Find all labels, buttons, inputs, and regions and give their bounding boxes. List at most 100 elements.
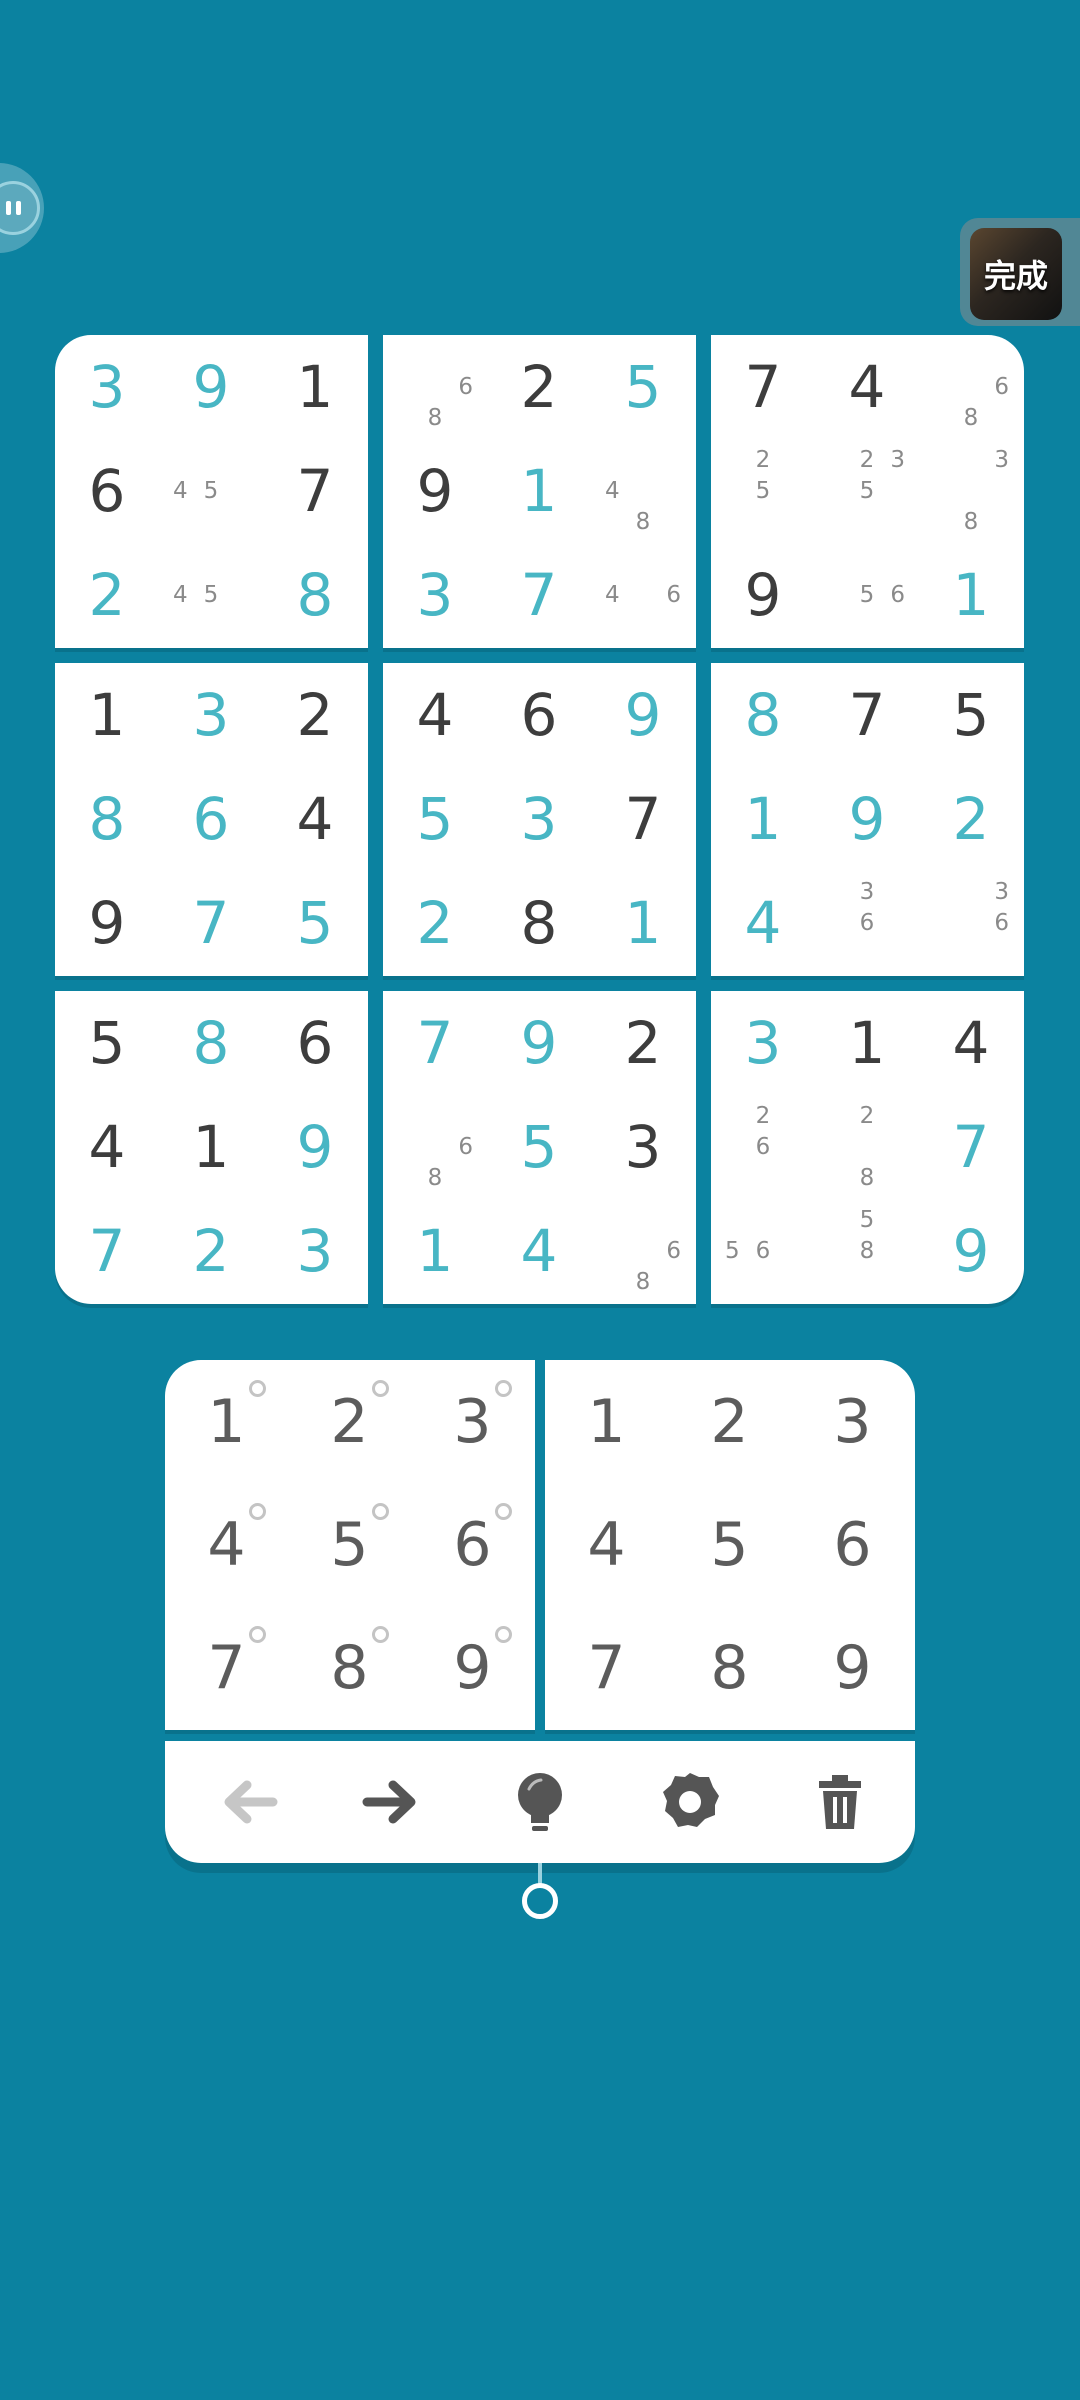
sudoku-cell[interactable]: 68 — [383, 1095, 487, 1199]
sudoku-cell[interactable]: 2 — [55, 543, 159, 647]
sudoku-cell[interactable]: 4 — [263, 767, 367, 871]
sudoku-cell[interactable]: 4 — [919, 991, 1023, 1095]
sudoku-cell[interactable]: 26 — [711, 1095, 815, 1199]
sudoku-cell[interactable]: 1 — [159, 1095, 263, 1199]
note-key-7[interactable]: 7 — [165, 1606, 288, 1729]
number-key-1[interactable]: 1 — [545, 1360, 668, 1483]
sudoku-cell[interactable]: 8 — [263, 543, 367, 647]
sudoku-cell[interactable]: 8 — [487, 871, 591, 975]
sudoku-cell[interactable]: 7 — [815, 663, 919, 767]
sudoku-cell[interactable]: 3 — [487, 767, 591, 871]
sudoku-cell[interactable]: 36 — [815, 871, 919, 975]
note-key-2[interactable]: 2 — [288, 1360, 411, 1483]
sudoku-cell[interactable]: 1 — [55, 663, 159, 767]
number-key-6[interactable]: 6 — [791, 1483, 914, 1606]
sudoku-cell[interactable]: 3 — [383, 543, 487, 647]
sudoku-cell[interactable]: 5 — [263, 871, 367, 975]
sudoku-cell[interactable]: 2 — [383, 871, 487, 975]
sudoku-cell[interactable]: 5 — [487, 1095, 591, 1199]
sudoku-cell[interactable]: 6 — [55, 439, 159, 543]
sudoku-cell[interactable]: 7 — [263, 439, 367, 543]
note-key-1[interactable]: 1 — [165, 1360, 288, 1483]
sudoku-cell[interactable]: 9 — [919, 1199, 1023, 1303]
sudoku-cell[interactable]: 4 — [383, 663, 487, 767]
sudoku-cell[interactable]: 4 — [711, 871, 815, 975]
sudoku-cell[interactable]: 68 — [919, 335, 1023, 439]
sudoku-cell[interactable]: 56 — [815, 543, 919, 647]
sudoku-cell[interactable]: 7 — [55, 1199, 159, 1303]
sudoku-cell[interactable]: 1 — [919, 543, 1023, 647]
sudoku-cell[interactable]: 7 — [919, 1095, 1023, 1199]
sudoku-cell[interactable]: 9 — [159, 335, 263, 439]
number-key-2[interactable]: 2 — [668, 1360, 791, 1483]
sudoku-cell[interactable]: 7 — [383, 991, 487, 1095]
sudoku-cell[interactable]: 5 — [383, 767, 487, 871]
sudoku-cell[interactable]: 4 — [815, 335, 919, 439]
sudoku-cell[interactable]: 235 — [815, 439, 919, 543]
settings-button[interactable] — [640, 1752, 740, 1852]
sudoku-cell[interactable]: 2 — [919, 767, 1023, 871]
sudoku-cell[interactable]: 5 — [919, 663, 1023, 767]
sudoku-cell[interactable]: 7 — [487, 543, 591, 647]
sudoku-cell[interactable]: 8 — [159, 991, 263, 1095]
sudoku-cell[interactable]: 9 — [815, 767, 919, 871]
sudoku-cell[interactable]: 1 — [263, 335, 367, 439]
sudoku-cell[interactable]: 8 — [711, 663, 815, 767]
sudoku-cell[interactable]: 1 — [591, 871, 695, 975]
sudoku-cell[interactable]: 9 — [591, 663, 695, 767]
note-key-3[interactable]: 3 — [411, 1360, 534, 1483]
sudoku-cell[interactable]: 5 — [55, 991, 159, 1095]
sudoku-cell[interactable]: 46 — [591, 543, 695, 647]
sudoku-cell[interactable]: 68 — [383, 335, 487, 439]
sudoku-cell[interactable]: 3 — [591, 1095, 695, 1199]
sudoku-cell[interactable]: 58 — [815, 1199, 919, 1303]
number-key-5[interactable]: 5 — [668, 1483, 791, 1606]
sudoku-cell[interactable]: 2 — [487, 335, 591, 439]
redo-button[interactable] — [340, 1752, 440, 1852]
sudoku-cell[interactable]: 6 — [263, 991, 367, 1095]
number-key-8[interactable]: 8 — [668, 1606, 791, 1729]
sudoku-cell[interactable]: 36 — [919, 871, 1023, 975]
sudoku-cell[interactable]: 45 — [159, 543, 263, 647]
sudoku-cell[interactable]: 9 — [711, 543, 815, 647]
sudoku-cell[interactable]: 9 — [263, 1095, 367, 1199]
sudoku-cell[interactable]: 4 — [487, 1199, 591, 1303]
sudoku-cell[interactable]: 5 — [591, 335, 695, 439]
note-key-5[interactable]: 5 — [288, 1483, 411, 1606]
sudoku-cell[interactable]: 3 — [711, 991, 815, 1095]
sudoku-cell[interactable]: 9 — [383, 439, 487, 543]
note-key-8[interactable]: 8 — [288, 1606, 411, 1729]
sudoku-cell[interactable]: 3 — [55, 335, 159, 439]
sudoku-cell[interactable]: 1 — [487, 439, 591, 543]
number-key-7[interactable]: 7 — [545, 1606, 668, 1729]
sudoku-cell[interactable]: 6 — [159, 767, 263, 871]
sudoku-cell[interactable]: 38 — [919, 439, 1023, 543]
note-key-4[interactable]: 4 — [165, 1483, 288, 1606]
sudoku-cell[interactable]: 4 — [55, 1095, 159, 1199]
sudoku-cell[interactable]: 56 — [711, 1199, 815, 1303]
sudoku-cell[interactable]: 48 — [591, 439, 695, 543]
note-key-6[interactable]: 6 — [411, 1483, 534, 1606]
sudoku-cell[interactable]: 6 — [487, 663, 591, 767]
hint-button[interactable] — [490, 1752, 590, 1852]
undo-button[interactable] — [200, 1752, 300, 1852]
sudoku-cell[interactable]: 1 — [711, 767, 815, 871]
sudoku-cell[interactable]: 25 — [711, 439, 815, 543]
sudoku-cell[interactable]: 3 — [159, 663, 263, 767]
sudoku-cell[interactable]: 7 — [159, 871, 263, 975]
sudoku-cell[interactable]: 1 — [383, 1199, 487, 1303]
sudoku-cell[interactable]: 28 — [815, 1095, 919, 1199]
clear-button[interactable] — [790, 1752, 890, 1852]
sudoku-cell[interactable]: 2 — [159, 1199, 263, 1303]
sudoku-cell[interactable]: 9 — [55, 871, 159, 975]
number-key-4[interactable]: 4 — [545, 1483, 668, 1606]
sudoku-cell[interactable]: 1 — [815, 991, 919, 1095]
note-key-9[interactable]: 9 — [411, 1606, 534, 1729]
sudoku-cell[interactable]: 9 — [487, 991, 591, 1095]
sudoku-cell[interactable]: 2 — [591, 991, 695, 1095]
sudoku-cell[interactable]: 3 — [263, 1199, 367, 1303]
sudoku-cell[interactable]: 8 — [55, 767, 159, 871]
drag-handle[interactable] — [522, 1883, 558, 1919]
sudoku-cell[interactable]: 7 — [711, 335, 815, 439]
sudoku-cell[interactable]: 2 — [263, 663, 367, 767]
